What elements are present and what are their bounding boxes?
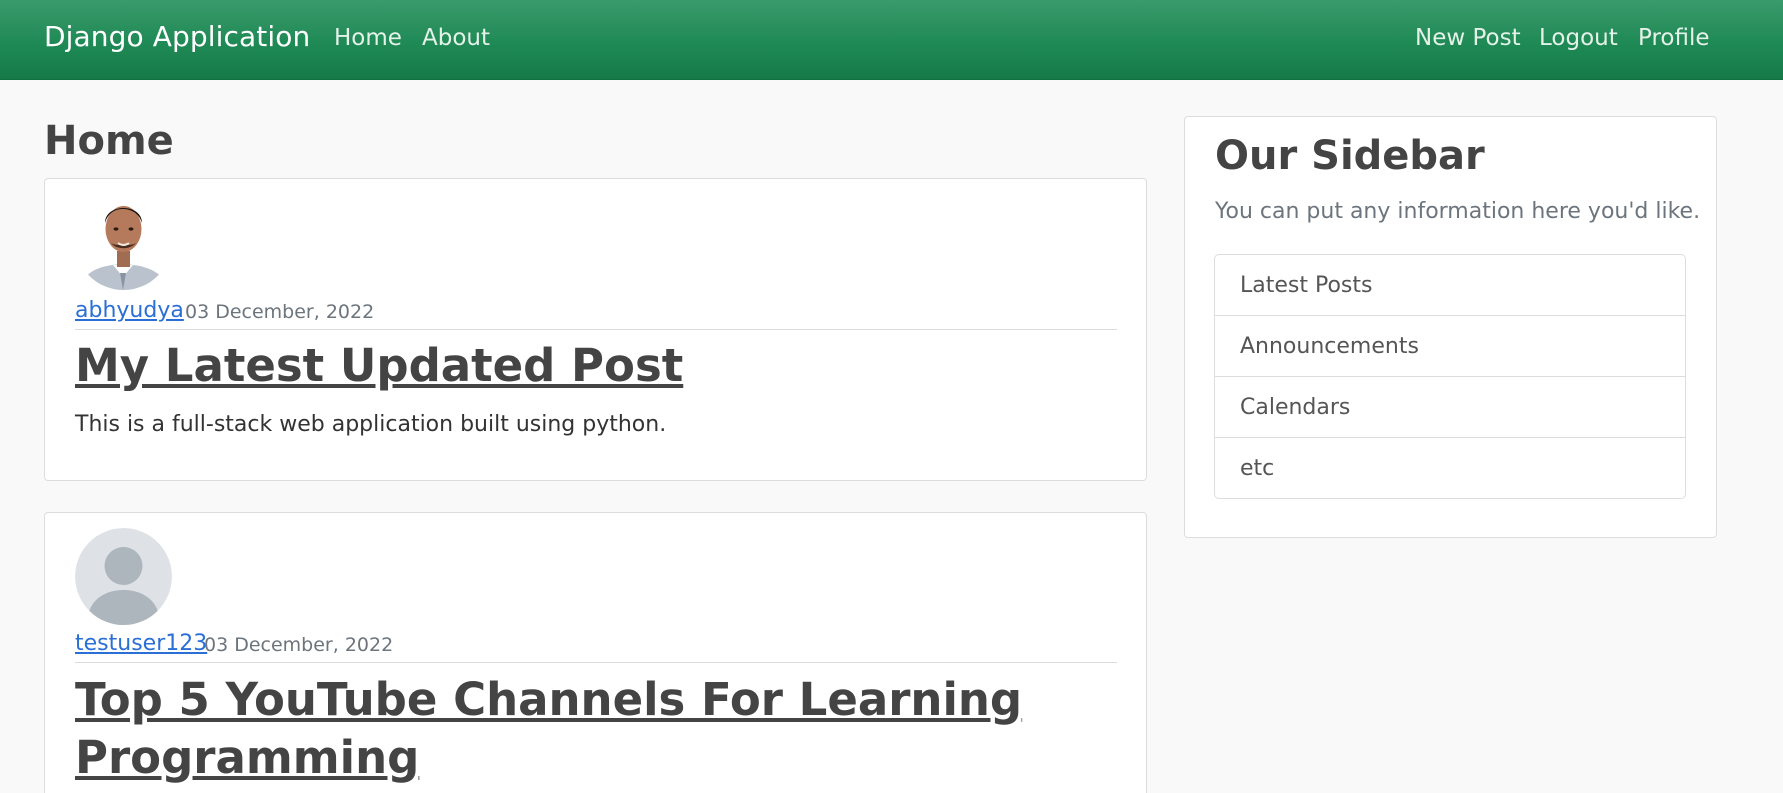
nav-new-post-link[interactable]: New Post	[1415, 25, 1521, 51]
post-meta-divider	[75, 329, 1117, 330]
sidebar-list: Latest Posts Announcements Calendars etc	[1214, 254, 1686, 499]
nav-profile-link[interactable]: Profile	[1638, 25, 1710, 51]
nav-about-link[interactable]: About	[422, 25, 490, 51]
sidebar-item-latest-posts[interactable]: Latest Posts	[1215, 255, 1685, 316]
post-author-link[interactable]: testuser123	[75, 631, 207, 656]
nav-logout-link[interactable]: Logout	[1539, 25, 1618, 51]
sidebar-title: Our Sidebar	[1215, 133, 1485, 179]
sidebar-description: You can put any information here you'd l…	[1215, 199, 1701, 224]
brand-link[interactable]: Django Application	[44, 20, 310, 53]
post-date: 03 December, 2022	[204, 634, 394, 656]
nav-home-link[interactable]: Home	[334, 25, 402, 51]
post-author-link[interactable]: abhyudya	[75, 298, 184, 323]
post-title-link[interactable]: Top 5 YouTube Channels For Learning Prog…	[75, 671, 1075, 787]
post-meta-divider	[75, 662, 1117, 663]
sidebar-item-calendars[interactable]: Calendars	[1215, 377, 1685, 438]
default-user-icon	[75, 528, 172, 625]
post-title-link[interactable]: My Latest Updated Post	[75, 337, 1075, 395]
sidebar-item-announcements[interactable]: Announcements	[1215, 316, 1685, 377]
post-content: This is a full-stack web application bui…	[75, 412, 667, 437]
author-avatar[interactable]	[75, 528, 172, 625]
post-date: 03 December, 2022	[185, 301, 375, 323]
top-navbar: Django Application Home About New Post L…	[0, 0, 1783, 80]
sidebar-item-etc[interactable]: etc	[1215, 438, 1685, 498]
profile-photo-icon	[75, 193, 172, 290]
author-avatar[interactable]	[75, 193, 172, 290]
page-title: Home	[44, 118, 174, 164]
